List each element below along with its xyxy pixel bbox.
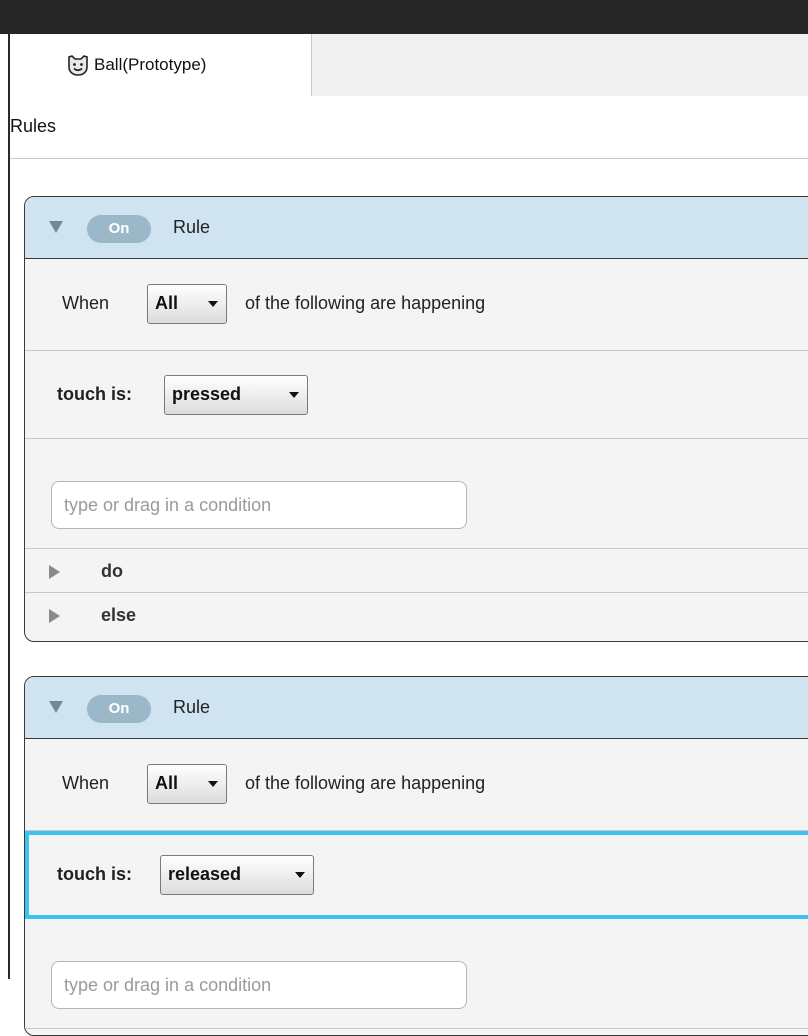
do-section[interactable]: do — [25, 549, 808, 593]
condition-select[interactable]: released — [160, 855, 314, 895]
panel-title: Rules — [10, 116, 57, 136]
when-description: of the following are happening — [245, 293, 486, 313]
match-select[interactable]: All — [147, 764, 227, 804]
match-select-value: All — [155, 293, 179, 313]
window-title-bar — [0, 0, 808, 34]
condition-label: touch is: — [57, 384, 132, 404]
tab-strip: Ball(Prototype) — [10, 34, 808, 97]
rule-header[interactable]: On Rule — [25, 197, 808, 259]
condition-input[interactable] — [51, 961, 467, 1009]
do-label: do — [101, 561, 123, 581]
dropdown-arrow-icon — [208, 301, 218, 307]
condition-select-value: released — [168, 864, 242, 884]
left-border — [8, 34, 10, 979]
dropdown-arrow-icon — [208, 781, 218, 787]
condition-input-area — [25, 439, 808, 549]
when-row: When All of the following are happening — [25, 739, 808, 831]
rule-toggle[interactable]: On — [87, 215, 151, 243]
collapse-triangle-icon[interactable] — [49, 221, 63, 233]
tab-ball-prototype[interactable]: Ball(Prototype) — [10, 34, 312, 97]
condition-label: touch is: — [57, 864, 132, 884]
when-label: When — [62, 773, 110, 793]
else-section[interactable]: else — [25, 593, 808, 637]
match-select[interactable]: All — [147, 284, 227, 324]
expand-triangle-icon[interactable] — [49, 565, 60, 579]
condition-row[interactable]: touch is: pressed — [25, 351, 808, 439]
rule-card: On Rule When All of the following are ha… — [24, 196, 808, 642]
collapse-triangle-icon[interactable] — [49, 701, 63, 713]
condition-input[interactable] — [51, 481, 467, 529]
dropdown-arrow-icon — [295, 872, 305, 878]
when-label: When — [62, 293, 110, 313]
face-icon — [68, 55, 88, 76]
rule-title: Rule — [173, 697, 211, 717]
rules-panel-header: Rules — [10, 96, 808, 159]
expand-triangle-icon[interactable] — [49, 609, 60, 623]
tab-label: Ball(Prototype) — [94, 55, 207, 74]
condition-select-value: pressed — [172, 384, 242, 404]
rule-toggle[interactable]: On — [87, 695, 151, 723]
else-label: else — [101, 605, 137, 625]
condition-row-selected[interactable]: touch is: released — [25, 831, 808, 919]
rule-header[interactable]: On Rule — [25, 677, 808, 739]
rule-title: Rule — [173, 217, 211, 237]
when-row: When All of the following are happening — [25, 259, 808, 351]
condition-select[interactable]: pressed — [164, 375, 308, 415]
when-description: of the following are happening — [245, 773, 486, 793]
condition-input-area — [25, 919, 808, 1029]
match-select-value: All — [155, 773, 179, 793]
dropdown-arrow-icon — [289, 392, 299, 398]
rule-card: On Rule When All of the following are ha… — [24, 676, 808, 1036]
